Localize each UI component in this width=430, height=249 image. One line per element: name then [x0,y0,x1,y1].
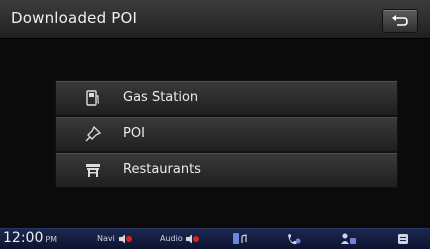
screen: Downloaded POI Gas Station POI Restauran… [0,0,430,249]
clock: 12:00 PM [3,230,57,246]
menu-item-label: Gas Station [123,90,199,105]
back-arrow-icon [392,15,408,26]
status-bar: 12:00 PM Navi Audio [0,228,430,249]
gas-pump-icon [86,90,100,106]
menu-item-label: Restaurants [123,162,201,177]
pin-icon [85,125,102,142]
audio-mute-icon[interactable] [185,234,199,244]
back-button[interactable] [382,9,418,33]
header-bar: Downloaded POI [0,0,430,39]
navi-label: Navi [97,234,115,243]
contacts-icon [341,233,356,244]
audio-label: Audio [160,234,183,243]
page-title: Downloaded POI [11,9,138,27]
menu-item-label: POI [123,126,145,141]
settings-icon[interactable] [396,232,410,246]
bluetooth-audio-icon [233,233,247,244]
navi-mute-icon[interactable] [118,234,132,244]
menu-item-poi[interactable]: POI [55,116,398,152]
menu-item-restaurants[interactable]: Restaurants [55,152,398,188]
clock-time: 12:00 [3,230,44,246]
menu-item-gas-station[interactable]: Gas Station [55,80,398,116]
phone-icon [288,234,301,245]
clock-ampm: PM [45,235,58,244]
restaurant-icon [86,164,100,177]
